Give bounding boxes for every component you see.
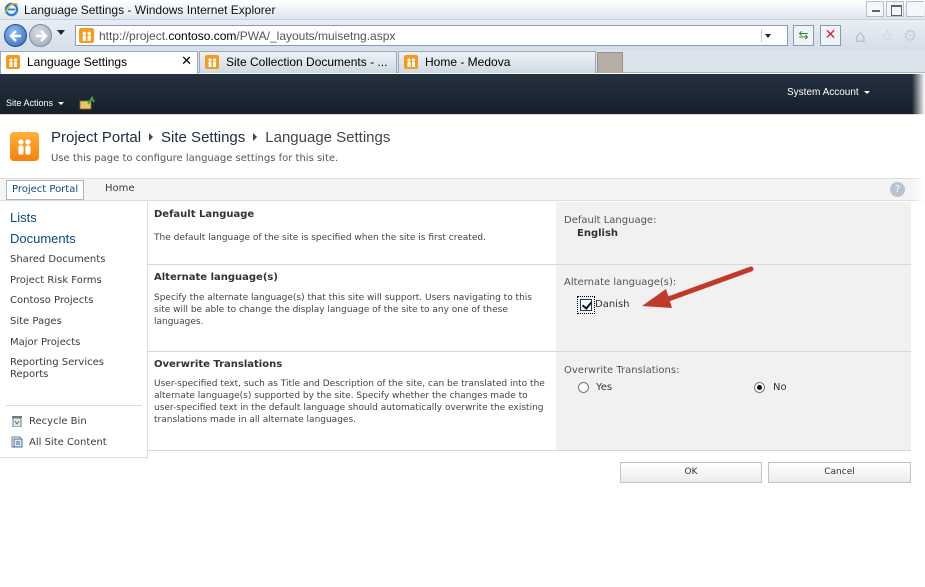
section-title: Default Language	[154, 209, 255, 220]
overwrite-translations-field: Overwrite Translations: Yes No	[556, 352, 911, 450]
forward-button[interactable]	[29, 24, 52, 47]
quicklaunch-item[interactable]: Major Projects	[10, 337, 142, 349]
refresh-button[interactable]: ⇆	[793, 25, 814, 46]
quicklaunch-item[interactable]: Shared Documents	[10, 254, 142, 266]
stop-icon: ✕	[824, 27, 837, 43]
danish-checkbox-label[interactable]: Danish	[595, 299, 630, 310]
default-language-section: Default Language The default language of…	[148, 202, 556, 264]
overwrite-no-label[interactable]: No	[773, 382, 787, 393]
section-description: The default language of the site is spec…	[154, 233, 486, 243]
quicklaunch-item[interactable]: Reporting Services Reports	[10, 357, 142, 381]
address-bar[interactable]: http://project.contoso.com/PWA/_layouts/…	[75, 25, 788, 46]
overwrite-no-radio[interactable]	[754, 382, 765, 393]
ie-icon	[4, 2, 19, 17]
sharepoint-favicon-icon	[79, 28, 94, 43]
quicklaunch-item[interactable]: Project Risk Forms	[10, 275, 142, 287]
breadcrumb-project-portal[interactable]: Project Portal	[51, 129, 141, 146]
tab-language-settings[interactable]: Language Settings ✕	[0, 51, 198, 74]
default-language-field: Default Language: English	[556, 202, 911, 264]
ok-button[interactable]: OK	[620, 462, 762, 483]
section-title: Alternate language(s)	[154, 272, 278, 283]
top-navigation: Project Portal Home ?	[0, 178, 925, 201]
address-dropdown[interactable]	[761, 29, 773, 42]
page-title-area: Project Portal Site Settings Language Sett…	[0, 114, 925, 178]
window-title: Language Settings - Windows Internet Exp…	[24, 3, 276, 17]
field-label: Overwrite Translations:	[564, 365, 680, 376]
back-button[interactable]	[4, 24, 27, 47]
breadcrumb-separator-icon	[149, 133, 154, 142]
tab-label: Site Collection Documents - ...	[226, 55, 388, 69]
annotation-arrow	[642, 266, 754, 308]
danish-checkbox[interactable]	[577, 296, 595, 314]
close-window-button[interactable]	[906, 1, 924, 17]
cancel-button[interactable]: Cancel	[768, 462, 911, 483]
breadcrumb-separator-icon	[253, 133, 258, 142]
topnav-project-portal[interactable]: Project Portal	[6, 180, 85, 200]
quicklaunch-item[interactable]: Site Pages	[10, 316, 142, 328]
window-titlebar: Language Settings - Windows Internet Exp…	[0, 0, 925, 20]
page-description: Use this page to configure language sett…	[51, 153, 339, 164]
new-tab-button[interactable]	[597, 52, 623, 73]
overwrite-yes-radio[interactable]	[578, 382, 589, 393]
section-description: Specify the alternate language(s) that t…	[154, 293, 532, 327]
topnav-home[interactable]: Home	[105, 183, 135, 194]
sharepoint-ribbon: Site Actions System Account	[0, 74, 925, 114]
home-icon[interactable]: ⌂	[855, 27, 866, 47]
tab-home-medova[interactable]: Home - Medova	[398, 51, 596, 73]
favorites-star-icon[interactable]: ☆	[880, 26, 894, 45]
overwrite-translations-section: Overwrite Translations User-specified te…	[148, 352, 556, 450]
browser-tab-bar: Language Settings ✕ Site Collection Docu…	[0, 50, 925, 74]
default-language-value: English	[577, 228, 619, 239]
refresh-icon: ⇆	[798, 28, 809, 42]
page-edge-fade	[912, 74, 925, 587]
close-icon[interactable]: ✕	[181, 54, 192, 69]
back-icon	[9, 30, 21, 42]
section-title: Overwrite Translations	[154, 359, 283, 370]
tab-label: Home - Medova	[425, 55, 511, 69]
section-divider	[148, 450, 911, 451]
quicklaunch-documents[interactable]: Documents	[10, 231, 76, 246]
breadcrumb-site-settings[interactable]: Site Settings	[161, 129, 245, 146]
alternate-languages-section: Alternate language(s) Specify the altern…	[148, 265, 556, 351]
section-description: User-specified text, such as Title and D…	[154, 379, 545, 425]
breadcrumb: Project Portal Site Settings Language Sett…	[51, 129, 390, 146]
tools-gear-icon[interactable]: ⚙	[903, 26, 917, 45]
recycle-bin-icon	[12, 416, 22, 427]
site-actions-menu[interactable]: Site Actions	[6, 98, 64, 108]
checkbox-checked-icon	[580, 299, 592, 311]
url-text: http://project.contoso.com/PWA/_layouts/…	[99, 29, 396, 43]
quicklaunch-all-site-content[interactable]: All Site Content	[11, 436, 107, 448]
quicklaunch-lists[interactable]: Lists	[10, 210, 37, 225]
page-title: Language Settings	[265, 129, 391, 146]
minimize-button[interactable]	[866, 1, 884, 17]
sharepoint-logo-icon[interactable]	[10, 132, 39, 161]
sharepoint-favicon-icon	[6, 55, 20, 69]
help-icon[interactable]: ?	[890, 182, 905, 197]
all-site-content-icon	[11, 436, 23, 448]
quicklaunch-recycle-bin[interactable]: Recycle Bin	[11, 415, 87, 427]
user-account-menu[interactable]: System Account	[787, 87, 870, 98]
sharepoint-favicon-icon	[404, 55, 418, 69]
quick-launch: Lists Documents Shared Documents Project…	[0, 202, 148, 458]
stop-button[interactable]: ✕	[820, 25, 841, 46]
quicklaunch-divider	[6, 405, 142, 406]
forward-icon	[36, 30, 48, 42]
quicklaunch-item[interactable]: Contoso Projects	[10, 295, 142, 307]
overwrite-yes-label[interactable]: Yes	[596, 382, 612, 393]
maximize-button[interactable]	[886, 1, 904, 17]
navigate-up-icon[interactable]	[79, 96, 95, 110]
recent-pages-dropdown[interactable]	[57, 30, 65, 35]
tab-site-collection-documents[interactable]: Site Collection Documents - ...	[199, 51, 397, 73]
address-toolbar: http://project.contoso.com/PWA/_layouts/…	[0, 20, 925, 50]
field-label: Default Language:	[564, 215, 657, 226]
sharepoint-favicon-icon	[205, 55, 219, 69]
tab-label: Language Settings	[27, 55, 128, 69]
